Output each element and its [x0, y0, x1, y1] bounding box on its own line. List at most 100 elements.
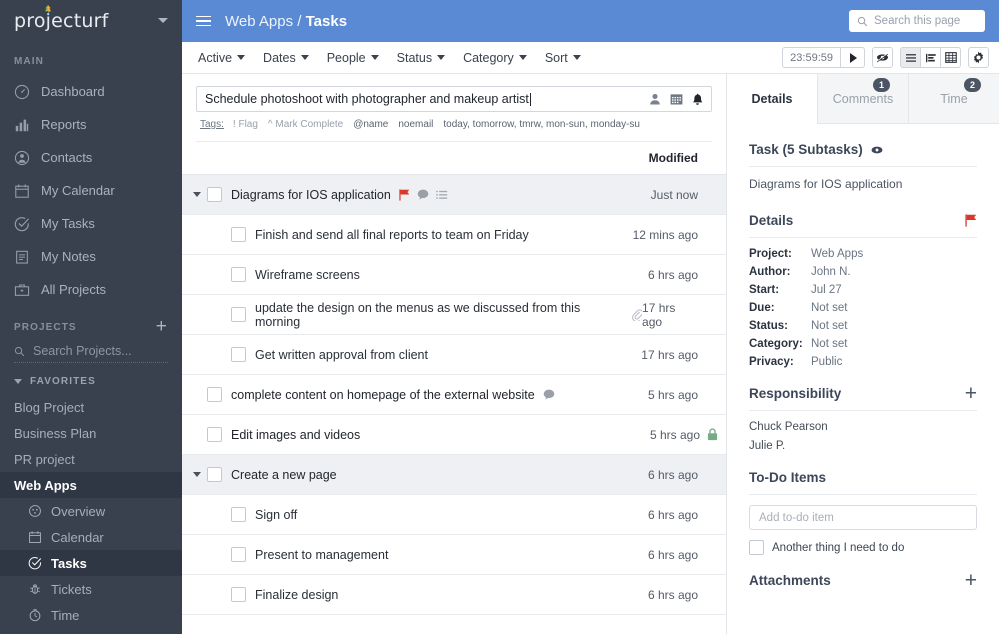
new-task-input[interactable]: Schedule photoshoot with photographer an…: [196, 86, 712, 112]
task-title[interactable]: Wireframe screens: [255, 268, 360, 282]
collapse-toggle[interactable]: [190, 192, 204, 197]
tab-time[interactable]: Time 2: [908, 74, 999, 124]
responsible-person[interactable]: Julie P.: [749, 440, 977, 452]
detail-field-value[interactable]: Not set: [811, 338, 847, 350]
sidebar-subitem-time[interactable]: Time: [0, 602, 182, 628]
task-title[interactable]: Diagrams for IOS application: [231, 188, 391, 202]
add-responsibility-button[interactable]: +: [965, 383, 977, 404]
filter-active[interactable]: Active: [198, 51, 246, 65]
task-title[interactable]: Finalize design: [255, 588, 338, 602]
task-row[interactable]: update the design on the menus as we dis…: [182, 295, 726, 335]
detail-field-value[interactable]: Not set: [811, 320, 847, 332]
sidebar-item-reports[interactable]: Reports: [0, 108, 182, 141]
task-title[interactable]: Finish and send all final reports to tea…: [255, 228, 529, 242]
menu-icon[interactable]: [196, 15, 211, 27]
task-row[interactable]: Get written approval from client 17 hrs a…: [182, 335, 726, 375]
task-row[interactable]: Sign off 6 hrs ago: [182, 495, 726, 535]
collapse-toggle[interactable]: [190, 472, 204, 477]
task-checkbox[interactable]: [207, 467, 222, 482]
sidebar-project-business-plan[interactable]: Business Plan: [0, 420, 182, 446]
task-title[interactable]: Present to management: [255, 548, 388, 562]
calendar-grid-icon[interactable]: [670, 93, 683, 105]
sidebar-item-my-calendar[interactable]: My Calendar: [0, 174, 182, 207]
filter-category[interactable]: Category: [463, 51, 527, 65]
subtask-list-icon[interactable]: [435, 190, 448, 200]
task-row[interactable]: Diagrams for IOS application Just now: [182, 175, 726, 215]
task-checkbox[interactable]: [231, 227, 246, 242]
breadcrumb-project[interactable]: Web Apps: [225, 13, 293, 30]
sidebar-project-web-apps[interactable]: Web Apps: [0, 472, 182, 498]
task-checkbox[interactable]: [231, 307, 246, 322]
sidebar-subitem-tasks[interactable]: Tasks: [0, 550, 182, 576]
responsible-person[interactable]: Chuck Pearson: [749, 421, 977, 433]
task-title[interactable]: Create a new page: [231, 468, 337, 482]
outline-view-button[interactable]: [920, 47, 941, 68]
task-title[interactable]: complete content on homepage of the exte…: [231, 388, 535, 402]
page-search-input[interactable]: Search this page: [849, 10, 985, 32]
task-row[interactable]: Edit images and videos 5 hrs ago: [182, 415, 726, 455]
task-title[interactable]: Get written approval from client: [255, 348, 428, 362]
task-row[interactable]: Finalize design 6 hrs ago: [182, 575, 726, 615]
logo[interactable]: projecturf: [0, 0, 182, 42]
add-project-button[interactable]: +: [156, 317, 168, 336]
task-checkbox[interactable]: [207, 427, 222, 442]
grid-view-button[interactable]: [940, 47, 961, 68]
detail-field-value[interactable]: John N.: [811, 266, 851, 278]
sidebar-subitem-overview[interactable]: Overview: [0, 498, 182, 524]
tab-comments[interactable]: Comments 1: [817, 74, 908, 124]
timer-play-button[interactable]: [840, 48, 864, 67]
task-row[interactable]: Create a new page 6 hrs ago: [182, 455, 726, 495]
add-todo-input[interactable]: Add to-do item: [749, 505, 977, 530]
filter-people[interactable]: People: [327, 51, 379, 65]
task-checkbox[interactable]: [231, 507, 246, 522]
filter-dates[interactable]: Dates: [263, 51, 309, 65]
sidebar-item-my-notes[interactable]: My Notes: [0, 240, 182, 273]
filter-sort[interactable]: Sort: [545, 51, 581, 65]
sidebar-item-contacts[interactable]: Contacts: [0, 141, 182, 174]
sidebar-project-blog-project[interactable]: Blog Project: [0, 394, 182, 420]
comment-icon[interactable]: [543, 389, 555, 400]
task-title[interactable]: Sign off: [255, 508, 297, 522]
bell-icon[interactable]: [692, 93, 703, 106]
task-row[interactable]: complete content on homepage of the exte…: [182, 375, 726, 415]
task-row[interactable]: Present to management 6 hrs ago: [182, 535, 726, 575]
comment-icon[interactable]: [417, 189, 429, 200]
task-checkbox[interactable]: [231, 347, 246, 362]
task-row[interactable]: Finish and send all final reports to tea…: [182, 215, 726, 255]
sidebar-item-dashboard[interactable]: Dashboard: [0, 75, 182, 108]
task-title[interactable]: Edit images and videos: [231, 428, 360, 442]
attachment-icon[interactable]: [632, 308, 643, 321]
add-attachment-button[interactable]: +: [965, 570, 977, 589]
eye-slash-toggle-button[interactable]: [872, 47, 893, 68]
settings-button[interactable]: [968, 47, 989, 68]
detail-field-value[interactable]: Jul 27: [811, 284, 842, 296]
task-checkbox[interactable]: [231, 587, 246, 602]
sidebar-item-my-tasks[interactable]: My Tasks: [0, 207, 182, 240]
assignee-icon[interactable]: [649, 93, 661, 105]
tab-details[interactable]: Details: [727, 74, 817, 124]
flag-icon[interactable]: [399, 188, 410, 201]
detail-field-value[interactable]: Web Apps: [811, 248, 863, 260]
filter-status[interactable]: Status: [397, 51, 446, 65]
detail-field-value[interactable]: Not set: [811, 302, 847, 314]
lock-icon[interactable]: [707, 428, 718, 441]
favorites-header[interactable]: FAVORITES: [0, 369, 182, 394]
sidebar-subitem-calendar[interactable]: Calendar: [0, 524, 182, 550]
eye-icon[interactable]: [871, 146, 883, 154]
chevron-down-icon[interactable]: [158, 18, 168, 23]
sidebar-subitem-tickets[interactable]: Tickets: [0, 576, 182, 602]
list-view-button[interactable]: [900, 47, 921, 68]
task-title[interactable]: update the design on the menus as we dis…: [255, 301, 624, 329]
detail-field-value[interactable]: Public: [811, 356, 842, 368]
sidebar-project-pr-project[interactable]: PR project: [0, 446, 182, 472]
todo-checkbox[interactable]: [749, 540, 764, 555]
flag-icon[interactable]: [965, 214, 977, 227]
task-checkbox[interactable]: [207, 187, 222, 202]
task-checkbox[interactable]: [207, 387, 222, 402]
task-checkbox[interactable]: [231, 547, 246, 562]
sidebar-item-all-projects[interactable]: All Projects: [0, 273, 182, 306]
todo-item[interactable]: Another thing I need to do: [749, 540, 977, 555]
task-checkbox[interactable]: [231, 267, 246, 282]
search-projects-input[interactable]: Search Projects...: [14, 344, 168, 363]
task-row[interactable]: Wireframe screens 6 hrs ago: [182, 255, 726, 295]
